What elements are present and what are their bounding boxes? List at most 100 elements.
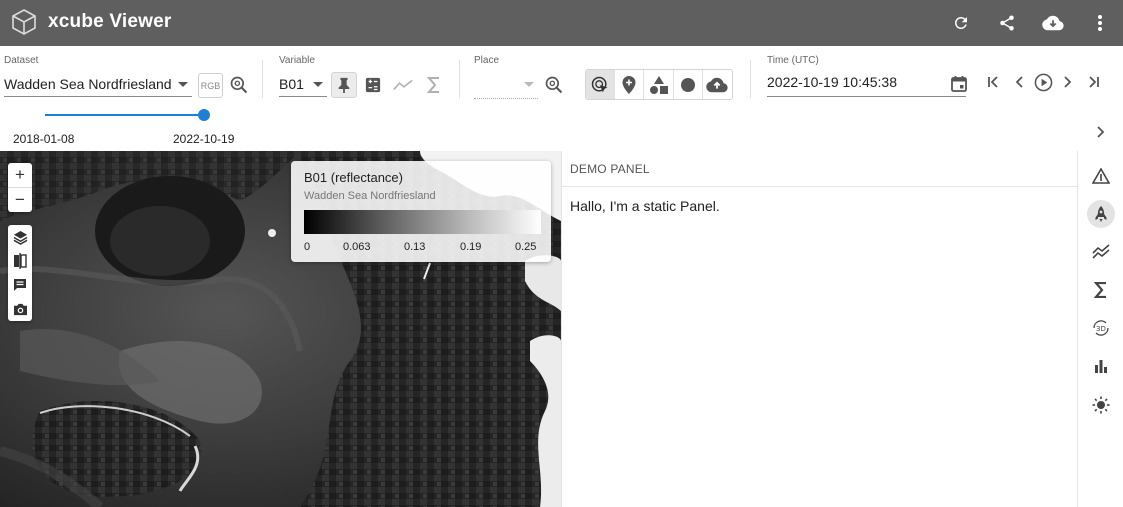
snapshot-button[interactable] [8, 297, 32, 321]
time-label: Time (UTC) [767, 55, 819, 66]
download-button[interactable] [1040, 10, 1066, 36]
refresh-button[interactable] [948, 10, 974, 36]
dataset-locate-button[interactable] [226, 72, 252, 98]
svg-text:3D: 3D [1096, 325, 1106, 333]
add-point-button[interactable] [615, 70, 645, 99]
compare-button[interactable] [8, 249, 32, 273]
place-caret-icon[interactable] [524, 82, 534, 87]
sun-icon [1092, 396, 1110, 414]
time-range-thumb[interactable] [198, 109, 210, 121]
comment-icon [14, 279, 26, 291]
first-step-button[interactable] [981, 69, 1007, 95]
colorbar-legend[interactable]: B01 (reflectance) Wadden Sea Nordfriesla… [291, 161, 551, 262]
zoom-in-button[interactable]: + [8, 163, 32, 187]
compare-icon [14, 253, 27, 269]
dataset-select[interactable]: Wadden Sea Nordfriesland [4, 76, 172, 92]
divider [562, 186, 1078, 187]
add-location-icon [622, 75, 636, 94]
demo-panel-button[interactable] [1087, 200, 1115, 228]
time-range-end: 2022-10-19 [173, 132, 235, 146]
app-header: xcube Viewer [0, 0, 1123, 46]
legend-title: B01 (reflectance) [304, 170, 403, 185]
last-step-button[interactable] [1080, 69, 1106, 95]
add-circle-button[interactable] [674, 70, 703, 99]
dataset-underline [4, 96, 192, 97]
warning-triangle-icon [1092, 168, 1110, 184]
rgb-button[interactable]: RGB [198, 73, 223, 98]
chevron-left-icon [1015, 76, 1023, 88]
previous-step-button[interactable] [1006, 69, 1032, 95]
place-underline [474, 98, 538, 99]
locate-search-icon [230, 76, 248, 94]
add-statistics-button[interactable] [421, 72, 447, 98]
variable-calc-button[interactable] [360, 72, 386, 98]
dataset-caret-icon[interactable] [178, 82, 188, 87]
3d-rotation-icon: 3D [1093, 320, 1109, 336]
play-button[interactable] [1030, 69, 1056, 95]
add-polygon-button[interactable] [644, 70, 674, 99]
camera-icon [13, 303, 27, 315]
refresh-icon [954, 16, 967, 29]
chevron-right-icon [1064, 76, 1072, 88]
layers-button[interactable] [8, 225, 32, 249]
map-tools [8, 225, 32, 321]
divider [750, 60, 751, 98]
timeseries-panel-button[interactable] [1087, 238, 1115, 266]
bar-chart-panel-button[interactable] [1087, 352, 1115, 380]
time-range-track[interactable] [45, 114, 204, 116]
variable-select[interactable]: B01 [279, 76, 304, 92]
select-mode-button[interactable] [586, 70, 616, 99]
statistics-panel-button[interactable] [1087, 276, 1115, 304]
expand-panel-button[interactable] [1088, 119, 1114, 145]
play-circle-icon [1034, 73, 1052, 91]
last-page-icon [1089, 76, 1099, 88]
3d-view-button[interactable]: 3D [1087, 314, 1115, 342]
layers-icon [13, 230, 27, 245]
legend-tick: 0.063 [343, 241, 371, 253]
pin-icon [338, 77, 350, 93]
cloud-upload-icon [706, 77, 729, 92]
colorbar[interactable] [304, 210, 541, 234]
legend-tick: 0.13 [404, 241, 426, 253]
share-button[interactable] [994, 10, 1020, 36]
dataset-label: Dataset [4, 55, 39, 66]
legend-tick: 0.19 [460, 241, 482, 253]
bar-chart-icon [1095, 360, 1107, 373]
pin-variable-button[interactable] [331, 72, 357, 98]
interaction-mode-toggle [585, 69, 733, 100]
upload-places-button[interactable] [703, 70, 732, 99]
calendar-button[interactable] [946, 70, 972, 96]
zoom-control: + − [8, 163, 32, 212]
timeline-icon [393, 79, 413, 91]
theme-panel-button[interactable] [1087, 391, 1115, 419]
zoom-out-button[interactable]: − [8, 188, 32, 212]
legend-tick: 0.25 [515, 241, 537, 253]
chevron-right-icon [1097, 126, 1105, 138]
more-menu-button[interactable] [1087, 10, 1113, 36]
circle-icon [680, 77, 695, 92]
time-input[interactable]: 2022-10-19 10:45:38 [767, 74, 897, 90]
place-locate-button[interactable] [541, 72, 567, 98]
sigma-icon [1094, 282, 1106, 298]
panel-body-text: Hallo, I'm a static Panel. [570, 198, 720, 214]
variable-caret-icon[interactable] [313, 82, 323, 87]
info-button[interactable] [8, 273, 32, 297]
divider [262, 60, 263, 98]
locate-search-icon [545, 76, 563, 94]
add-timeseries-button[interactable] [390, 72, 416, 98]
share-icon [1000, 15, 1014, 31]
rocket-icon [1095, 206, 1107, 222]
select-cursor-icon [591, 76, 608, 92]
legend-subtitle: Wadden Sea Nordfriesland [304, 190, 436, 202]
calculator-icon [365, 77, 381, 93]
cloud-download-icon [1042, 15, 1064, 31]
next-step-button[interactable] [1055, 69, 1081, 95]
panel-title: DEMO PANEL [570, 162, 650, 176]
demo-panel: DEMO PANEL Hallo, I'm a static Panel. [561, 151, 1078, 507]
map-view[interactable]: + − B01 (reflectance) Wadden Sea Nordfri… [0, 151, 561, 507]
divider [459, 60, 460, 98]
first-page-icon [988, 76, 998, 88]
app-title: xcube Viewer [48, 11, 172, 32]
sigma-icon [427, 77, 439, 93]
info-panel-button[interactable] [1087, 162, 1115, 190]
